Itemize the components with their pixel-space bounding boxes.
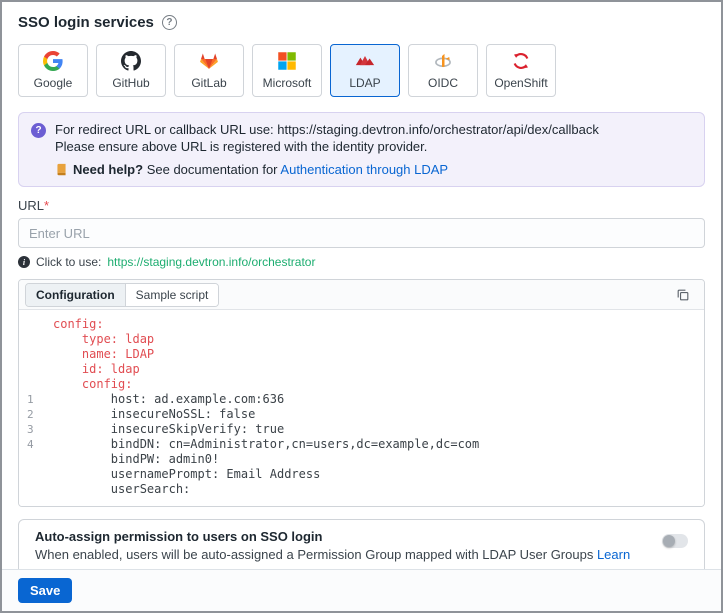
- provider-label: OIDC: [428, 76, 458, 90]
- oidc-icon: [433, 51, 453, 71]
- config-editor-card: Configuration Sample script config: type…: [18, 279, 705, 507]
- page-footer: Save: [2, 569, 721, 611]
- ldap-icon: [355, 51, 375, 71]
- provider-label: Microsoft: [263, 76, 312, 90]
- ldap-docs-link[interactable]: Authentication through LDAP: [280, 162, 448, 177]
- provider-tile-openshift[interactable]: OpenShift: [486, 44, 556, 97]
- sso-settings-page: SSO login services ? Google: [0, 0, 723, 613]
- code-line: userSearch:: [19, 482, 704, 497]
- provider-label: GitLab: [191, 76, 226, 90]
- google-icon: [43, 51, 63, 71]
- url-label: URL: [18, 198, 44, 213]
- question-circle-icon: ?: [31, 123, 46, 138]
- github-icon: [121, 51, 141, 71]
- editor-toolbar: Configuration Sample script: [19, 280, 704, 310]
- banner-line-2: Please ensure above URL is registered wi…: [55, 138, 599, 155]
- code-line: name: LDAP: [19, 347, 704, 362]
- tab-sample-script[interactable]: Sample script: [126, 284, 219, 306]
- save-button[interactable]: Save: [18, 578, 72, 603]
- code-line: bindPW: admin0!: [19, 452, 704, 467]
- page-header: SSO login services ?: [18, 14, 705, 31]
- auto-assign-title: Auto-assign permission to users on SSO l…: [35, 528, 662, 546]
- url-input[interactable]: [18, 218, 705, 248]
- copy-button[interactable]: [676, 288, 690, 302]
- click-to-use-link[interactable]: https://staging.devtron.info/orchestrato…: [107, 255, 315, 269]
- code-line: 4 bindDN: cn=Administrator,cn=users,dc=e…: [19, 437, 704, 452]
- provider-tile-gitlab[interactable]: GitLab: [174, 44, 244, 97]
- code-line: 1 host: ad.example.com:636: [19, 392, 704, 407]
- auto-assign-description: When enabled, users will be auto-assigne…: [35, 547, 593, 562]
- need-help-text: See documentation for: [147, 162, 278, 177]
- code-line: usernamePrompt: Email Address: [19, 467, 704, 482]
- info-icon: i: [18, 256, 30, 268]
- required-asterisk: *: [44, 198, 49, 213]
- help-icon[interactable]: ?: [162, 15, 177, 30]
- need-help-label: Need help?: [73, 162, 143, 177]
- code-line: id: ldap: [19, 362, 704, 377]
- microsoft-icon: [277, 51, 297, 71]
- provider-label: GitHub: [112, 76, 149, 90]
- book-icon: [55, 163, 68, 176]
- openshift-icon: [511, 51, 531, 71]
- redirect-url-banner: ? For redirect URL or callback URL use: …: [18, 112, 705, 187]
- provider-label: LDAP: [349, 76, 380, 90]
- toggle-knob: [663, 535, 675, 547]
- click-to-use-label: Click to use:: [36, 255, 101, 269]
- copy-icon: [676, 288, 690, 302]
- sso-provider-tiles: Google GitHub: [18, 44, 705, 97]
- code-line: type: ldap: [19, 332, 704, 347]
- url-label-row: URL*: [18, 198, 705, 213]
- click-to-use-row: i Click to use: https://staging.devtron.…: [18, 255, 705, 269]
- provider-label: Google: [34, 76, 73, 90]
- provider-tile-google[interactable]: Google: [18, 44, 88, 97]
- auto-assign-toggle[interactable]: [662, 534, 688, 548]
- code-line: 3 insecureSkipVerify: true: [19, 422, 704, 437]
- provider-label: OpenShift: [494, 76, 547, 90]
- banner-line-1: For redirect URL or callback URL use: ht…: [55, 121, 599, 138]
- editor-tabs: Configuration Sample script: [25, 283, 219, 307]
- code-line: 2 insecureNoSSL: false: [19, 407, 704, 422]
- provider-tile-microsoft[interactable]: Microsoft: [252, 44, 322, 97]
- provider-tile-github[interactable]: GitHub: [96, 44, 166, 97]
- tab-configuration[interactable]: Configuration: [26, 284, 126, 306]
- code-editor[interactable]: config: type: ldap name: LDAP id: ldap c…: [19, 310, 704, 506]
- provider-tile-ldap[interactable]: LDAP: [330, 44, 400, 97]
- page-title: SSO login services: [18, 14, 154, 31]
- code-line: config:: [19, 377, 704, 392]
- gitlab-icon: [199, 51, 219, 71]
- provider-tile-oidc[interactable]: OIDC: [408, 44, 478, 97]
- code-line: config:: [19, 317, 704, 332]
